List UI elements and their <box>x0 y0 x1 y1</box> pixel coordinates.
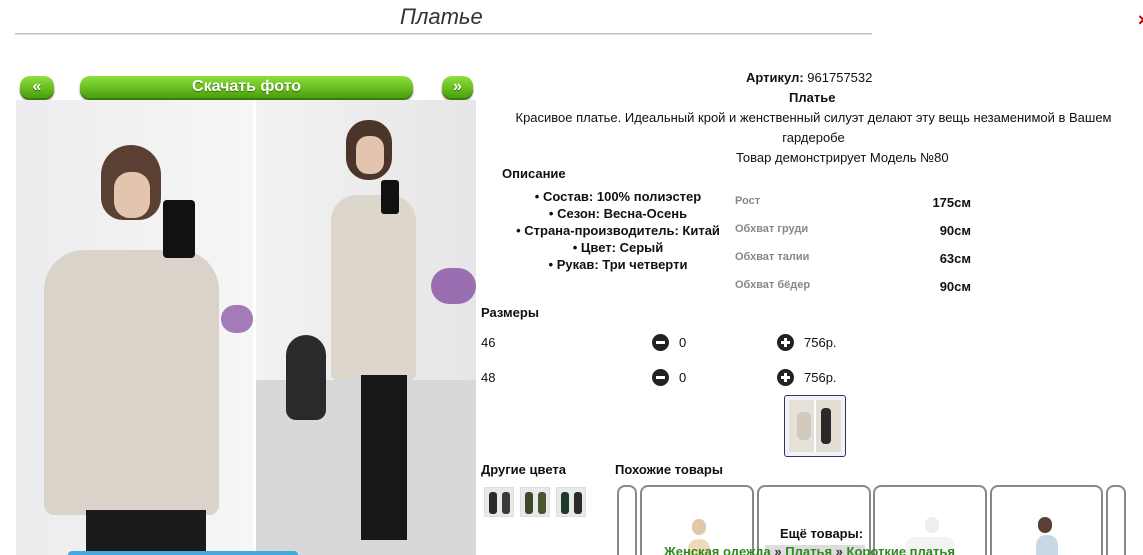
phone-in-hand <box>163 200 195 258</box>
product-figure <box>1038 517 1052 533</box>
minus-icon[interactable] <box>652 369 669 386</box>
spec-item: Сезон: Весна-Осень <box>488 205 748 222</box>
model-info: Товар демонстрирует Модель №80 <box>736 150 949 165</box>
model-legs <box>86 510 206 555</box>
measurement-label: Обхват груди <box>735 223 809 235</box>
product-figure <box>925 517 939 533</box>
specs-list: Состав: 100% полиэстер Сезон: Весна-Осен… <box>488 188 748 273</box>
page-title: Платье <box>400 4 483 29</box>
measurement-value: 63см <box>939 251 971 266</box>
other-colors-title: Другие цвета <box>481 462 566 477</box>
minus-icon[interactable] <box>652 334 669 351</box>
color-variant-thumb[interactable] <box>556 487 586 517</box>
product-photo[interactable] <box>16 100 476 555</box>
model-face <box>114 172 150 218</box>
spec-item: Рукав: Три четверти <box>488 256 748 273</box>
color-variant-thumb[interactable] <box>484 487 514 517</box>
photo-scroll-bar[interactable] <box>68 551 298 555</box>
flowers-decoration-right <box>431 268 476 304</box>
selected-photo-thumbnail[interactable] <box>784 395 846 457</box>
measurement-label: Обхват бёдер <box>735 279 811 291</box>
measurement-label: Рост <box>735 195 761 207</box>
size-row: 46 0 756р. <box>481 334 881 355</box>
breadcrumb-separator: » <box>774 544 782 555</box>
product-description: Красивое платье. Идеальный крой и женств… <box>515 110 1112 145</box>
measurement-height: Рост 175см <box>735 195 971 210</box>
article-line: Артикул: 961757532 <box>746 70 872 85</box>
product-name: Платье <box>789 90 836 105</box>
model-face-full <box>356 136 384 174</box>
plus-icon[interactable] <box>777 369 794 386</box>
plus-icon[interactable] <box>777 334 794 351</box>
spec-item: Цвет: Серый <box>488 239 748 256</box>
breadcrumb-link[interactable]: Короткие платья <box>847 544 955 555</box>
color-variant-thumb[interactable] <box>520 487 550 517</box>
more-products-title: Ещё товары: <box>778 526 866 541</box>
close-icon[interactable]: × <box>1138 10 1143 31</box>
breadcrumb: Женская одежда » Платья » Короткие плать… <box>664 544 955 555</box>
similar-product-card[interactable] <box>990 485 1103 555</box>
similar-product-card[interactable] <box>1106 485 1126 555</box>
similar-product-card[interactable] <box>617 485 637 555</box>
breadcrumb-separator: » <box>835 544 843 555</box>
size-price: 756р. <box>804 370 837 385</box>
vase-decoration <box>286 335 326 420</box>
product-figure <box>1036 535 1058 555</box>
size-number: 48 <box>481 370 496 385</box>
thumbnail-image <box>789 400 841 452</box>
flowers-decoration <box>221 305 253 333</box>
size-quantity: 0 <box>679 370 687 385</box>
photo-divider <box>253 100 256 555</box>
specs-title: Описание <box>502 166 566 181</box>
measurement-hips: Обхват бёдер 90см <box>735 279 971 294</box>
next-photo-button[interactable]: » <box>442 76 473 98</box>
breadcrumb-link[interactable]: Женская одежда <box>664 544 771 555</box>
measurement-value: 90см <box>939 223 971 238</box>
spec-item: Страна-производитель: Китай <box>488 222 748 239</box>
measurement-waist: Обхват талии 63см <box>735 251 971 266</box>
measurement-value: 175см <box>932 195 971 210</box>
measurement-value: 90см <box>939 279 971 294</box>
size-row: 48 0 756р. <box>481 369 881 390</box>
size-number: 46 <box>481 335 496 350</box>
measurement-chest: Обхват груди 90см <box>735 223 971 238</box>
download-photo-button[interactable]: Скачать фото <box>80 76 413 98</box>
title-divider <box>15 33 872 34</box>
product-figure <box>692 519 706 535</box>
breadcrumb-link[interactable]: Платья <box>785 544 832 555</box>
size-price: 756р. <box>804 335 837 350</box>
prev-photo-button[interactable]: « <box>20 76 54 98</box>
phone-in-hand-full <box>381 180 399 214</box>
article-label: Артикул: <box>746 70 804 85</box>
model-legs-full <box>361 375 407 540</box>
measurement-label: Обхват талии <box>735 251 810 263</box>
model-dress-full <box>331 195 416 380</box>
size-quantity: 0 <box>679 335 687 350</box>
similar-products-title: Похожие товары <box>615 462 723 477</box>
article-value: 961757532 <box>807 70 873 85</box>
sizes-title: Размеры <box>481 305 539 320</box>
spec-item: Состав: 100% полиэстер <box>488 188 748 205</box>
model-dress-front <box>44 250 219 515</box>
